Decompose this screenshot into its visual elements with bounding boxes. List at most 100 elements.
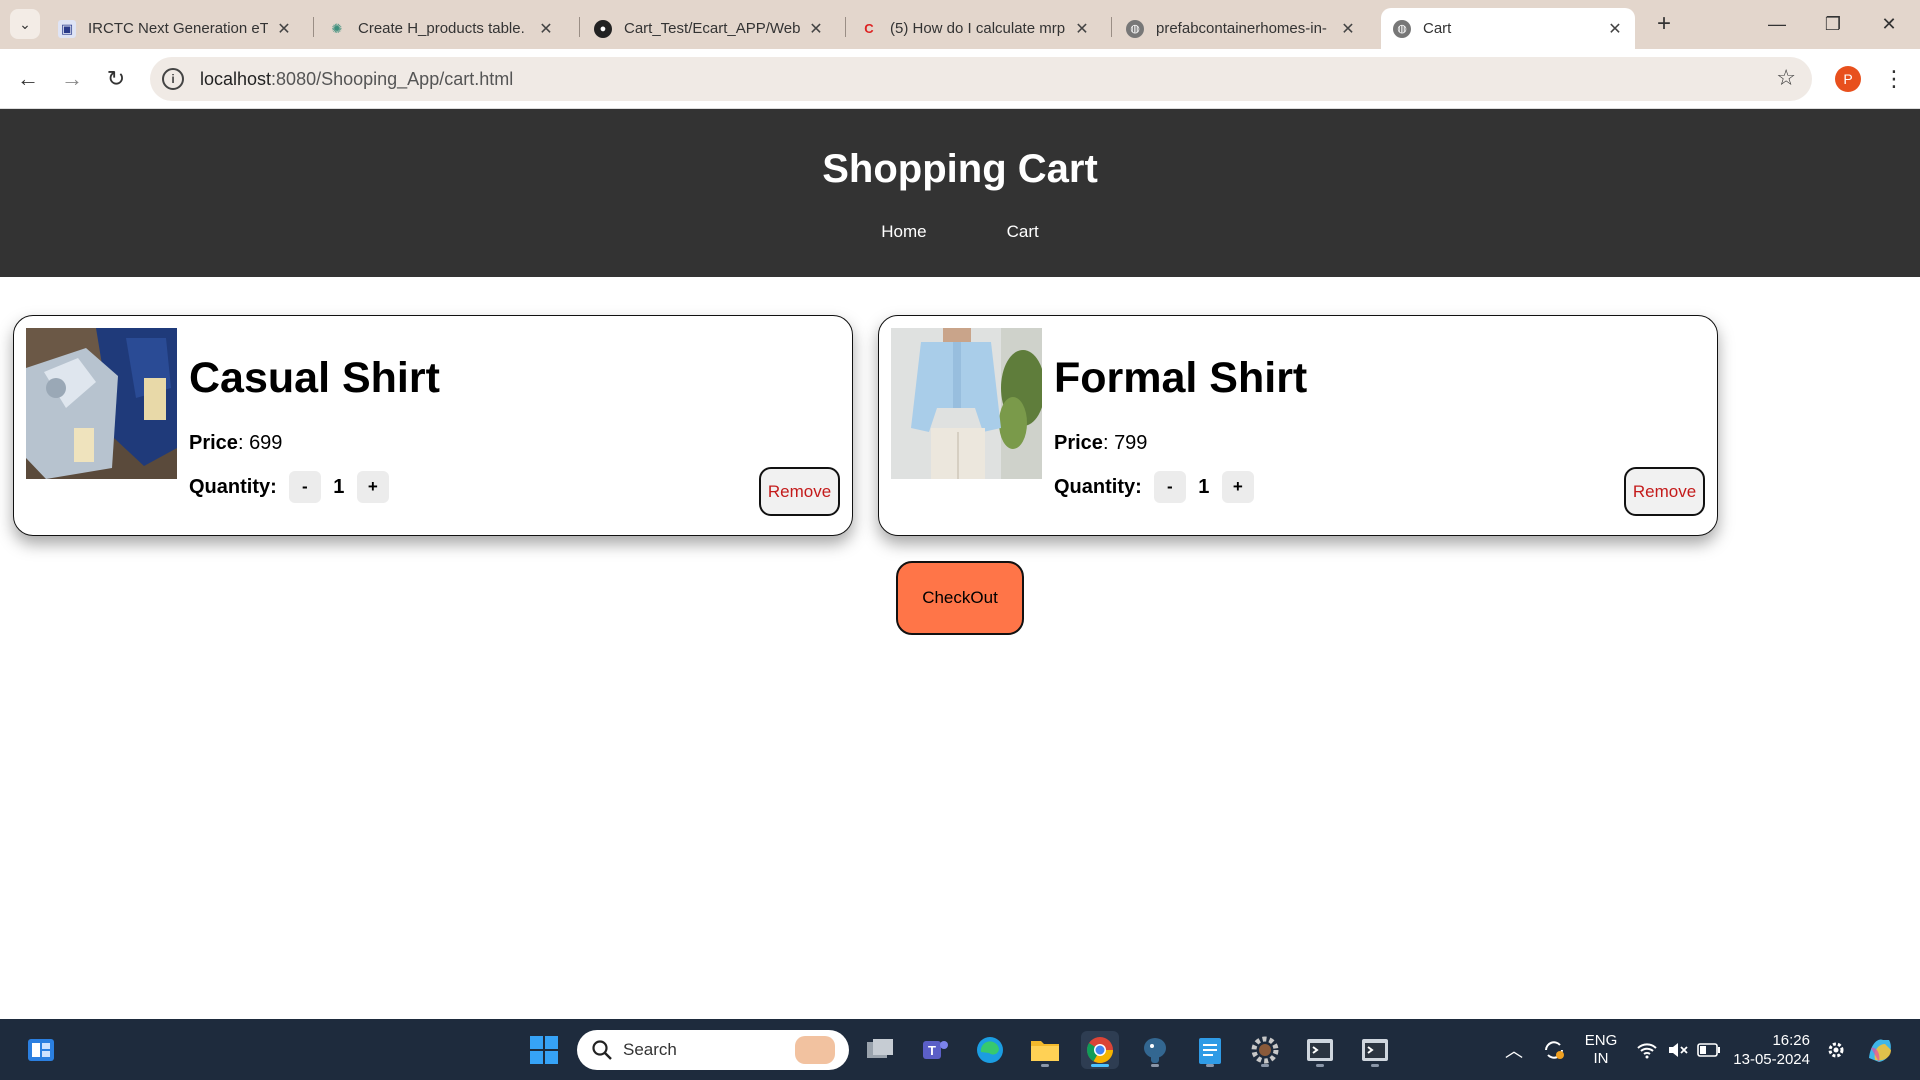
globe-icon: ◍ (1126, 19, 1144, 38)
volume-muted-icon[interactable] (1664, 1019, 1692, 1080)
tab-chatgpt[interactable]: ✺ Create H_products table. ✕ (316, 8, 566, 49)
site-header: Shopping Cart Home Cart (0, 109, 1920, 277)
bookmark-star-icon[interactable]: ☆ (1776, 65, 1796, 91)
browser-toolbar: ← → ↻ i localhost:8080/Shooping_App/cart… (0, 49, 1920, 109)
browser-tab-bar: ⌄ ▣ IRCTC Next Generation eTi ✕ ✺ Create… (0, 0, 1920, 49)
notepad-icon[interactable] (1191, 1031, 1229, 1069)
tab-search-menu-button[interactable]: ⌄ (10, 9, 40, 39)
tab-quora[interactable]: C (5) How do I calculate mrp ✕ (848, 8, 1102, 49)
language-indicator[interactable]: ENG IN (1580, 1019, 1622, 1080)
remove-button[interactable]: Remove (1624, 467, 1705, 516)
reload-button[interactable]: ↻ (100, 63, 132, 95)
quora-icon: C (864, 21, 874, 36)
product-price: Price: 699 (189, 432, 283, 454)
url-host: localhost (200, 68, 272, 89)
edge-icon[interactable] (971, 1031, 1009, 1069)
tab-title: IRCTC Next Generation eTi (88, 20, 268, 37)
product-image-casual-shirt (26, 328, 177, 479)
increase-quantity-button[interactable]: + (1221, 471, 1254, 503)
file-explorer-icon[interactable] (1026, 1031, 1064, 1069)
nav-link-cart[interactable]: Cart (1007, 222, 1039, 242)
close-tab-icon[interactable]: ✕ (1074, 19, 1090, 39)
tab-title: Create H_products table. (358, 20, 525, 37)
address-bar[interactable]: i localhost:8080/Shooping_App/cart.html … (150, 57, 1812, 101)
terminal-app-icon[interactable] (1301, 1031, 1339, 1069)
chrome-icon[interactable] (1081, 1031, 1119, 1069)
quantity-value: 1 (1198, 475, 1210, 498)
show-hidden-icons-chevron-icon[interactable]: ︿ (1500, 1019, 1528, 1080)
nav-link-home[interactable]: Home (881, 222, 926, 242)
close-tab-icon[interactable]: ✕ (1607, 19, 1623, 39)
quantity-value: 1 (333, 475, 345, 498)
tab-cart[interactable]: ◍ Cart ✕ (1381, 8, 1635, 49)
notification-settings-icon[interactable] (1824, 1019, 1848, 1080)
page-content: Shopping Cart Home Cart Casual Shirt Pri… (0, 109, 1920, 1019)
battery-icon[interactable] (1694, 1019, 1724, 1080)
wifi-icon[interactable] (1632, 1019, 1662, 1080)
close-tab-icon[interactable]: ✕ (808, 19, 824, 39)
quantity-stepper: Quantity: - 1 + (189, 471, 389, 503)
cart-item-card: Formal Shirt Price: 799 Quantity: - 1 + … (878, 315, 1718, 536)
page-title: Shopping Cart (822, 147, 1098, 191)
tab-separator (1111, 17, 1112, 37)
decrease-quantity-button[interactable]: - (288, 471, 321, 503)
tab-irctc[interactable]: ▣ IRCTC Next Generation eTi ✕ (46, 8, 304, 49)
restore-button[interactable]: ❐ (1810, 8, 1856, 40)
new-tab-button[interactable]: + (1650, 10, 1678, 38)
clock-date: 13-05-2024 (1733, 1050, 1810, 1068)
checkout-button[interactable]: CheckOut (896, 561, 1024, 635)
profile-avatar[interactable]: P (1835, 66, 1861, 92)
tab-title: Cart (1423, 20, 1452, 37)
tab-prefab[interactable]: ◍ prefabcontainerhomes-in- ✕ (1114, 8, 1368, 49)
windows-taskbar: Search T ︿ ENG IN 16:26 13-05-2024 (0, 1019, 1920, 1080)
settings-gear-icon[interactable] (1246, 1031, 1284, 1069)
region-code: IN (1593, 1049, 1609, 1067)
product-image-formal-shirt (891, 328, 1042, 479)
cart-item-card: Casual Shirt Price: 699 Quantity: - 1 + … (13, 315, 853, 536)
clock[interactable]: 16:26 13-05-2024 (1730, 1019, 1810, 1080)
github-icon: ● (594, 19, 612, 38)
close-tab-icon[interactable]: ✕ (1340, 19, 1356, 39)
increase-quantity-button[interactable]: + (356, 471, 389, 503)
minimize-button[interactable]: — (1754, 8, 1800, 40)
site-info-icon[interactable]: i (162, 68, 184, 90)
site-nav: Home Cart (0, 222, 1920, 242)
price-label: Price (1054, 432, 1103, 454)
teams-icon[interactable]: T (916, 1031, 954, 1069)
tab-separator (313, 17, 314, 37)
url-path: :8080/Shooping_App/cart.html (271, 68, 514, 89)
decrease-quantity-button[interactable]: - (1153, 471, 1186, 503)
close-tab-icon[interactable]: ✕ (276, 19, 292, 39)
globe-icon: ◍ (1393, 19, 1411, 38)
start-windows-icon[interactable] (525, 1031, 563, 1069)
search-label: Search (623, 1040, 677, 1059)
price-value: 699 (249, 432, 283, 454)
close-tab-icon[interactable]: ✕ (538, 19, 554, 39)
price-label: Price (189, 432, 238, 454)
widgets-icon[interactable] (22, 1031, 60, 1069)
product-name: Formal Shirt (1054, 354, 1308, 402)
url-text[interactable]: localhost:8080/Shooping_App/cart.html (200, 69, 513, 90)
postgres-icon[interactable] (1136, 1031, 1174, 1069)
tab-separator (579, 17, 580, 37)
tab-title: (5) How do I calculate mrp (890, 20, 1066, 37)
browser-menu-icon[interactable]: ⋮ (1880, 63, 1908, 95)
search-highlight-icon (795, 1036, 835, 1064)
back-button[interactable]: ← (12, 63, 44, 95)
irctc-icon: ▣ (58, 19, 76, 38)
tab-title: Cart_Test/Ecart_APP/WebC (624, 20, 800, 37)
sync-status-icon[interactable] (1538, 1019, 1570, 1080)
taskbar-search-box[interactable]: Search (577, 1030, 849, 1070)
clock-time: 16:26 (1772, 1031, 1810, 1049)
remove-button[interactable]: Remove (759, 467, 840, 516)
tab-github[interactable]: ● Cart_Test/Ecart_APP/WebC ✕ (582, 8, 836, 49)
terminal-app-icon[interactable] (1356, 1031, 1394, 1069)
svg-text:T: T (928, 1043, 936, 1058)
copilot-icon[interactable] (1862, 1019, 1898, 1080)
search-icon (592, 1040, 612, 1060)
quantity-stepper: Quantity: - 1 + (1054, 471, 1254, 503)
close-window-button[interactable]: ✕ (1866, 8, 1912, 40)
forward-button[interactable]: → (56, 63, 88, 95)
task-view-icon[interactable] (861, 1031, 899, 1069)
product-price: Price: 799 (1054, 432, 1148, 454)
